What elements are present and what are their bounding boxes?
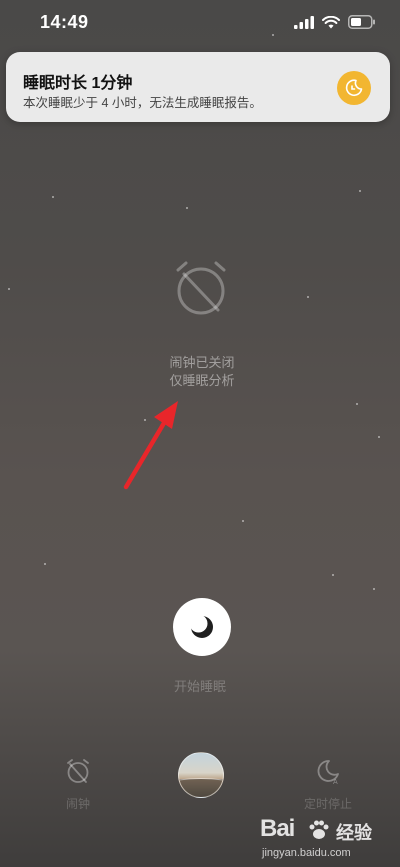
scene-thumbnail-button[interactable] <box>178 752 224 798</box>
start-sleep-label: 开始睡眠 <box>173 679 226 694</box>
moon-clock-icon <box>337 71 371 105</box>
tab-timer-stop[interactable]: A 定时停止 <box>283 757 373 812</box>
tab-timer-label: 定时停止 <box>303 797 352 811</box>
tab-alarm[interactable]: 闹钟 <box>33 757 123 812</box>
moon-timer-icon: A <box>317 760 339 785</box>
watermark-cn: 经验 <box>336 823 372 843</box>
moon-icon <box>189 614 213 638</box>
watermark-logo: Bai <box>260 815 295 842</box>
start-sleep-button[interactable] <box>173 598 231 656</box>
alarm-status-line2: 仅睡眠分析 <box>169 373 235 388</box>
baidu-jingyan-watermark: Bai 经验 jingyan.baidu.com <box>260 815 390 863</box>
status-time: 14:49 <box>40 12 89 32</box>
svg-text:A: A <box>333 779 338 785</box>
star-field <box>0 0 400 867</box>
sleep-notification[interactable]: 睡眠时长 1分钟 本次睡眠少于 4 小时，无法生成睡眠报告。 <box>6 52 390 122</box>
scene-thumbnail <box>179 778 223 797</box>
watermark-url: jingyan.baidu.com <box>262 847 351 859</box>
paw-icon <box>309 820 329 839</box>
tab-alarm-label: 闹钟 <box>65 797 90 811</box>
alarm-status-line1: 闹钟已关闭 <box>169 355 235 370</box>
alarm-off-icon <box>176 261 226 315</box>
notification-body: 本次睡眠少于 4 小时，无法生成睡眠报告。 <box>23 96 262 110</box>
wifi-icon <box>322 15 340 28</box>
status-bar: 14:49 <box>0 0 400 48</box>
battery-icon <box>348 15 375 29</box>
alarm-off-icon <box>67 759 89 783</box>
notification-title: 睡眠时长 1分钟 <box>23 75 133 92</box>
annotation-arrow-icon <box>123 401 178 490</box>
status-icons <box>294 15 376 29</box>
cellular-signal-icon <box>294 15 314 29</box>
